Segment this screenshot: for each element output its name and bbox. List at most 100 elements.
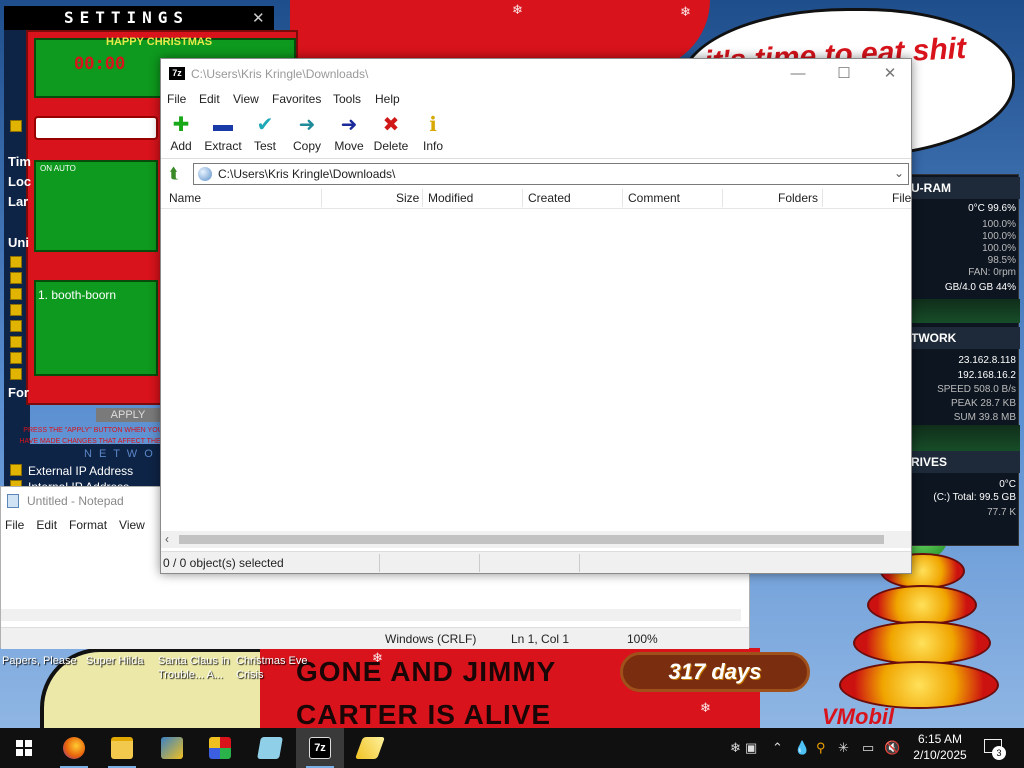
- monitor-value: 77.7 K: [987, 507, 1016, 518]
- notepad-line-ending: Windows (CRLF): [385, 632, 477, 646]
- checkbox-icon[interactable]: [10, 304, 22, 316]
- column-folders[interactable]: Folders: [778, 191, 818, 205]
- start-button[interactable]: [0, 728, 48, 768]
- checkbox-icon[interactable]: [10, 368, 22, 380]
- close-button[interactable]: ✕: [867, 59, 913, 89]
- 7zip-titlebar[interactable]: 7z C:\Users\Kris Kringle\Downloads\ — ☐ …: [161, 59, 911, 89]
- burst-icon[interactable]: ✳: [838, 740, 849, 756]
- desktop-icon-christmas-eve-crisis[interactable]: Christmas Eve Crisis: [236, 654, 312, 682]
- snowflake-tray-icon[interactable]: ❄: [730, 740, 741, 756]
- copy-label: Copy: [292, 139, 321, 153]
- scrollbar-thumb[interactable]: [179, 535, 884, 544]
- 7zip-menubar: File Edit View Favorites Tools Help: [161, 89, 911, 109]
- notepad-menu-format[interactable]: Format: [65, 515, 115, 532]
- taskbar-notepad[interactable]: [246, 728, 294, 768]
- horizontal-scrollbar[interactable]: ‹: [161, 531, 911, 548]
- playlist-item[interactable]: 1. booth-boorn: [38, 288, 116, 302]
- taskbar-clock[interactable]: 6:15 AM 2/10/2025: [906, 731, 974, 763]
- menu-file[interactable]: File: [167, 92, 186, 106]
- column-created[interactable]: Created: [528, 191, 571, 205]
- checkbox-icon[interactable]: [10, 464, 22, 476]
- taskbar-tool-app[interactable]: [346, 728, 394, 768]
- checkbox-icon[interactable]: [10, 336, 22, 348]
- column-modified[interactable]: Modified: [428, 191, 473, 205]
- address-text: C:\Users\Kris Kringle\Downloads\: [218, 167, 396, 181]
- column-divider[interactable]: [321, 189, 322, 207]
- notepad-menu-file[interactable]: File: [1, 515, 32, 532]
- info-button[interactable]: ℹ Info: [411, 113, 455, 157]
- maximize-button[interactable]: ☐: [821, 59, 867, 89]
- column-size[interactable]: Size: [396, 191, 419, 205]
- 7zip-statusbar: 0 / 0 object(s) selected: [161, 551, 911, 573]
- notification-tray-icon[interactable]: ▣: [745, 740, 757, 756]
- checkbox-icon[interactable]: [10, 320, 22, 332]
- add-button[interactable]: ✚ Add: [159, 113, 203, 157]
- checkbox-icon[interactable]: [10, 352, 22, 364]
- column-divider[interactable]: [722, 189, 723, 207]
- firefox-icon: [63, 737, 85, 759]
- apply-button[interactable]: APPLY: [96, 408, 160, 422]
- monitor-value: 98.5%: [987, 255, 1016, 266]
- desktop-icon-super-hilda[interactable]: Super Hilda: [86, 654, 156, 668]
- monitor-value: 0°C 99.6%: [968, 203, 1016, 214]
- menu-edit[interactable]: Edit: [199, 92, 220, 106]
- column-divider[interactable]: [822, 189, 823, 207]
- column-name[interactable]: Name: [169, 191, 201, 205]
- copy-button[interactable]: ➜ Copy: [285, 113, 329, 157]
- drive-icon: [198, 167, 212, 181]
- scroll-left-icon[interactable]: ‹: [165, 532, 169, 546]
- countdown-text: 317 days: [668, 659, 762, 684]
- column-divider[interactable]: [422, 189, 423, 207]
- 7zip-window: 7z C:\Users\Kris Kringle\Downloads\ — ☐ …: [160, 58, 912, 574]
- column-files[interactable]: Files: [892, 191, 911, 205]
- column-comment[interactable]: Comment: [628, 191, 680, 205]
- 7zip-logo-icon: 7z: [169, 67, 185, 80]
- monitor-ram-header: U-RAM: [906, 177, 1020, 199]
- desktop-icon-papers-please[interactable]: Papers, Please: [2, 654, 82, 668]
- settings-close-button[interactable]: ✕: [252, 9, 265, 27]
- desktop-icon-santa-claus[interactable]: Santa Claus in Trouble... A...: [158, 654, 236, 682]
- menu-tools[interactable]: Tools: [333, 92, 361, 106]
- radio-timer: 00:00: [74, 54, 126, 74]
- monitor-value: PEAK 28.7 KB: [950, 398, 1016, 409]
- checkbox-icon[interactable]: [10, 272, 22, 284]
- notepad-menu-edit[interactable]: Edit: [32, 515, 65, 532]
- address-input[interactable]: C:\Users\Kris Kringle\Downloads\ ⌄: [193, 163, 909, 185]
- column-divider[interactable]: [622, 189, 623, 207]
- monitor-value: 0°C: [999, 479, 1016, 490]
- chevron-up-icon[interactable]: ⌃: [772, 740, 783, 756]
- monitor-value: (C:) Total: 99.5 GB: [933, 492, 1016, 503]
- chevron-down-icon[interactable]: ⌄: [894, 166, 904, 180]
- tool-app-icon: [354, 737, 386, 759]
- notepad-cursor-position: Ln 1, Col 1: [511, 632, 570, 646]
- move-button[interactable]: ➜ Move: [327, 113, 371, 157]
- up-folder-icon[interactable]: ⮬: [165, 165, 183, 183]
- menu-favorites[interactable]: Favorites: [272, 92, 321, 106]
- notepad-horizontal-scrollbar[interactable]: [1, 609, 741, 621]
- delete-label: Delete: [373, 139, 409, 153]
- taskbar-7zip[interactable]: 7z: [296, 728, 344, 768]
- file-list-header: Name Size Modified Created Comment Folde…: [161, 187, 911, 209]
- delete-button[interactable]: ✖ Delete: [369, 113, 413, 157]
- search-icon[interactable]: ⚲: [816, 740, 826, 756]
- taskbar-firefox[interactable]: [50, 728, 98, 768]
- file-list[interactable]: [161, 209, 911, 531]
- checkbox-icon[interactable]: [10, 256, 22, 268]
- minimize-button[interactable]: —: [775, 59, 821, 89]
- taskbar-game-app[interactable]: [148, 728, 196, 768]
- speaker-mute-icon[interactable]: 🔇: [884, 740, 900, 756]
- 7zip-taskbar-icon: 7z: [309, 737, 331, 759]
- checkbox-icon[interactable]: [10, 288, 22, 300]
- menu-help[interactable]: Help: [375, 92, 400, 106]
- extract-button[interactable]: ▬ Extract: [201, 113, 245, 157]
- column-divider[interactable]: [522, 189, 523, 207]
- droplet-icon[interactable]: 💧: [794, 740, 810, 756]
- check-icon: ✔: [256, 114, 274, 136]
- notepad-menu-view[interactable]: View: [115, 515, 153, 532]
- test-button[interactable]: ✔ Test: [243, 113, 287, 157]
- taskbar-file-explorer[interactable]: [98, 728, 146, 768]
- menu-view[interactable]: View: [233, 92, 259, 106]
- network-icon[interactable]: ▭: [862, 740, 874, 756]
- checkbox-icon[interactable]: [10, 120, 22, 132]
- taskbar-rubik-app[interactable]: [196, 728, 244, 768]
